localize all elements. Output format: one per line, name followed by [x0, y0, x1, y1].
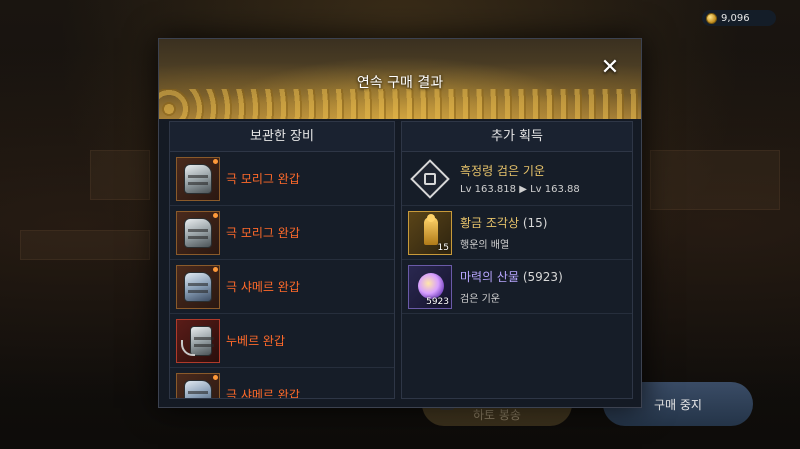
equipment-item[interactable]: 누베르 완갑: [170, 314, 394, 368]
stored-equipment-list[interactable]: 극 모리그 완갑 극 모리그 완갑 극 샤메르 완갑 누베르 완갑 극 샤메르 …: [170, 152, 394, 398]
gold-pile-decoration: [159, 89, 641, 119]
hook-icon: [181, 339, 195, 356]
golden-statue-icon: [424, 213, 438, 245]
reward-subtitle: 행운의 배열: [460, 240, 510, 251]
item-slot: [176, 156, 220, 201]
currency-display: 9,096: [702, 10, 776, 26]
item-slot: [176, 318, 220, 363]
background-shelf: [20, 230, 150, 260]
modal-title: 연속 구매 결과: [356, 75, 444, 91]
coin-icon: [706, 12, 717, 24]
extra-rewards-list: 흑정령 검은 기운 Lv 163.818 ▶ Lv 163.88 15 황금 조…: [402, 152, 632, 398]
stored-equipment-panel: 보관한 장비 극 모리그 완갑 극 모리그 완갑 극 샤메르 완갑 누베르 완갑…: [169, 121, 395, 399]
item-name: 극 모리그 완갑: [226, 226, 300, 240]
reward-level: Lv 163.818 ▶ Lv 163.88: [460, 184, 580, 195]
spirit-icon: [408, 157, 452, 201]
reward-item[interactable]: 5923 마력의 산물 (5923) 검은 기운: [402, 260, 632, 314]
currency-amount: 9,096: [721, 12, 750, 24]
reward-item[interactable]: 흑정령 검은 기운 Lv 163.818 ▶ Lv 163.88: [402, 152, 632, 206]
background-frame: [90, 150, 150, 200]
diamond-icon: [410, 158, 450, 199]
new-badge: [213, 374, 218, 380]
reward-title: 흑정령 검은 기운: [460, 164, 545, 178]
magic-orb-icon: [418, 272, 444, 299]
background-button-label: 하토 봉송: [473, 407, 521, 422]
modal-header: 연속 구매 결과 ✕: [159, 39, 641, 119]
item-slot: [176, 372, 220, 398]
stop-purchase-label: 구매 중지: [654, 397, 702, 412]
extra-rewards-title: 추가 획득: [402, 122, 632, 152]
equipment-item[interactable]: 극 모리그 완갑: [170, 206, 394, 260]
gauntlet-icon: [184, 379, 212, 398]
equipment-item[interactable]: 극 모리그 완갑: [170, 152, 394, 206]
item-name: 극 샤메르 완갑: [226, 388, 300, 398]
reward-text: 황금 조각상 (15) 행운의 배열: [460, 214, 547, 251]
gauntlet-icon: [184, 163, 212, 194]
new-badge: [213, 212, 218, 218]
equipment-item[interactable]: 극 샤메르 완갑: [170, 368, 394, 398]
gauntlet-icon: [184, 217, 212, 248]
reward-title: 황금 조각상 (15): [460, 216, 548, 230]
close-icon: ✕: [600, 55, 620, 80]
gauntlet-icon: [184, 271, 212, 302]
stored-equipment-title: 보관한 장비: [170, 122, 394, 152]
background-shelf: [650, 150, 780, 210]
item-name: 극 샤메르 완갑: [226, 280, 300, 294]
new-badge: [213, 158, 218, 164]
item-name: 누베르 완갑: [226, 334, 286, 348]
item-slot: 5923: [408, 264, 452, 309]
item-name: 극 모리그 완갑: [226, 172, 300, 186]
reward-text: 흑정령 검은 기운 Lv 163.818 ▶ Lv 163.88: [460, 162, 580, 195]
item-slot: [176, 264, 220, 309]
reward-text: 마력의 산물 (5923) 검은 기운: [460, 268, 563, 305]
close-button[interactable]: ✕: [599, 57, 621, 79]
reward-subtitle: 검은 기운: [460, 294, 500, 305]
item-slot: [176, 210, 220, 255]
equipment-item[interactable]: 극 샤메르 완갑: [170, 260, 394, 314]
reward-title: 마력의 산물 (5923): [460, 270, 563, 284]
purchase-result-modal: 연속 구매 결과 ✕ 보관한 장비 극 모리그 완갑 극 모리그 완갑 극 샤메…: [158, 38, 642, 408]
item-slot: 15: [408, 210, 452, 255]
extra-rewards-panel: 추가 획득 흑정령 검은 기운 Lv 163.818 ▶ Lv 163.88 1…: [401, 121, 633, 399]
new-badge: [213, 266, 218, 272]
item-quantity: 15: [437, 242, 449, 253]
reward-item[interactable]: 15 황금 조각상 (15) 행운의 배열: [402, 206, 632, 260]
item-quantity: 5923: [426, 296, 449, 307]
